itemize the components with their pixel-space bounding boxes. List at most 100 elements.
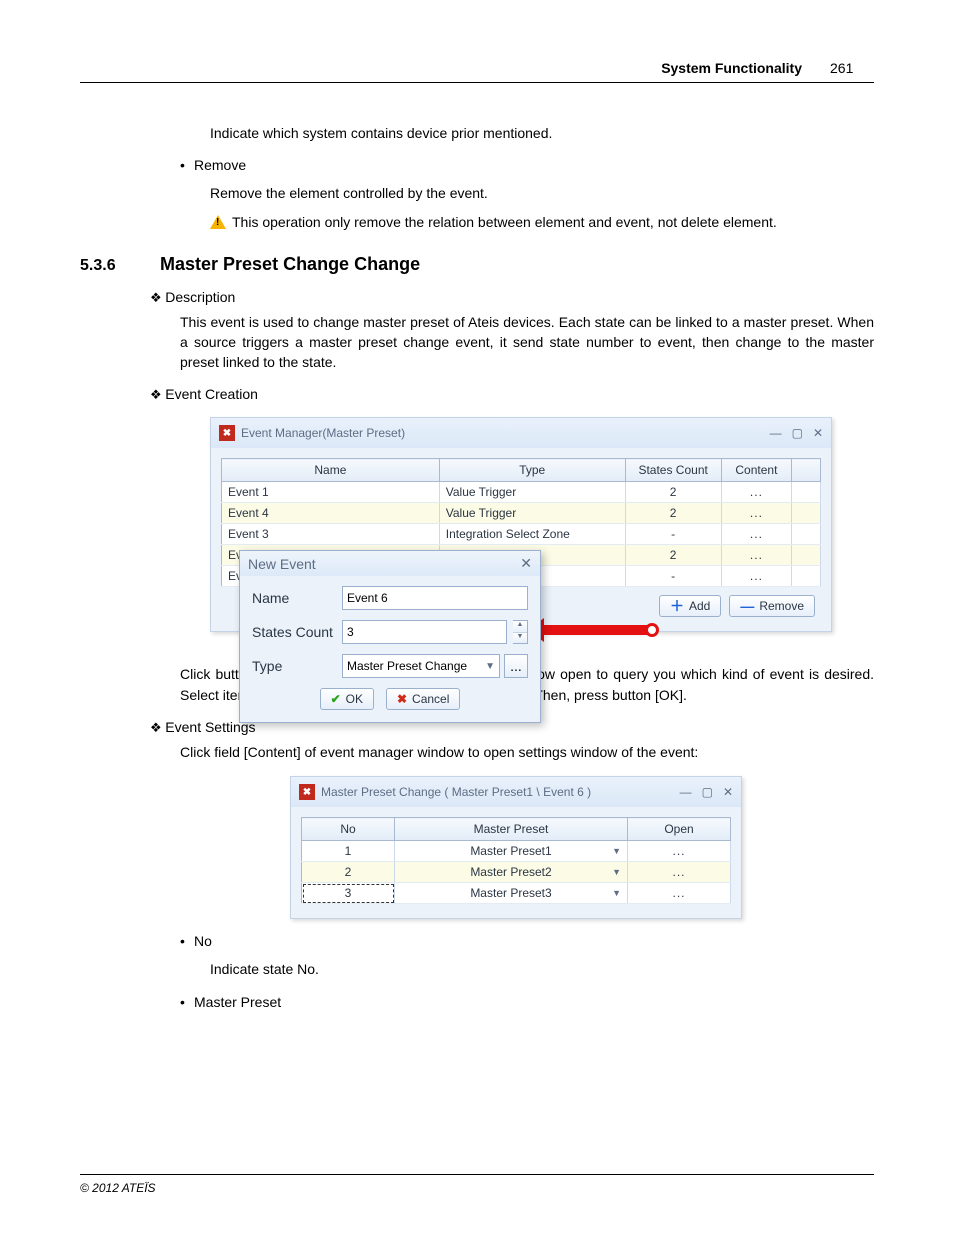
table-row[interactable]: 3Master Preset3▼... xyxy=(302,883,731,904)
remove-button[interactable]: — Remove xyxy=(729,595,815,617)
ok-button[interactable]: ✔ OK xyxy=(320,688,374,710)
cell-type: Integration Select Zone xyxy=(439,524,625,545)
cell-open[interactable]: ... xyxy=(628,862,731,883)
cell-states: - xyxy=(625,524,721,545)
close-icon[interactable]: ✕ xyxy=(813,426,823,440)
table-row[interactable]: Event 4Value Trigger2... xyxy=(222,503,821,524)
type-combo[interactable]: Master Preset Change ▼ xyxy=(342,654,500,678)
dialog-close-icon[interactable]: ✕ xyxy=(520,555,532,572)
bullet-no-label: No xyxy=(194,933,212,949)
new-event-dialog: New Event ✕ Name States Count ▲ ▼ xyxy=(239,550,541,723)
cell-name: Event 1 xyxy=(222,482,440,503)
table-row[interactable]: Event 3Integration Select Zone-... xyxy=(222,524,821,545)
spinner-down-icon[interactable]: ▼ xyxy=(513,633,527,644)
name-input[interactable] xyxy=(342,586,528,610)
bullet-icon xyxy=(180,994,194,1010)
description-text: This event is used to change master pres… xyxy=(180,312,874,373)
remove-desc: Remove the element controlled by the eve… xyxy=(210,183,874,203)
chevron-down-icon: ▼ xyxy=(485,661,495,672)
table-row[interactable]: 2Master Preset2▼... xyxy=(302,862,731,883)
cell-content[interactable]: ... xyxy=(721,566,792,587)
col-mp[interactable]: Master Preset xyxy=(395,818,628,841)
cell-spacer xyxy=(792,503,821,524)
cell-mp[interactable]: Master Preset3▼ xyxy=(395,883,628,904)
x-icon: ✖ xyxy=(397,692,407,706)
window-titlebar: ✖ Event Manager(Master Preset) — ▢ ✕ xyxy=(211,418,831,448)
type-label: Type xyxy=(252,658,336,674)
cell-spacer xyxy=(792,482,821,503)
cell-content[interactable]: ... xyxy=(721,545,792,566)
header-page-number: 261 xyxy=(830,60,874,76)
subheading-description: Description xyxy=(150,289,874,306)
intro-text: Indicate which system contains device pr… xyxy=(210,123,874,143)
cell-states: - xyxy=(625,566,721,587)
minus-icon: — xyxy=(740,601,754,611)
col-states[interactable]: States Count xyxy=(625,459,721,482)
cell-mp[interactable]: Master Preset2▼ xyxy=(395,862,628,883)
add-button-label: Add xyxy=(689,599,710,613)
cell-content[interactable]: ... xyxy=(721,503,792,524)
cell-type: Value Trigger xyxy=(439,482,625,503)
name-label: Name xyxy=(252,590,336,606)
plus-icon: ＋ xyxy=(670,601,684,611)
app-icon: ✖ xyxy=(299,784,315,800)
maximize-icon[interactable]: ▢ xyxy=(792,426,803,440)
bullet-icon xyxy=(180,157,194,173)
table-row[interactable]: 1Master Preset1▼... xyxy=(302,841,731,862)
close-icon[interactable]: ✕ xyxy=(723,785,733,799)
cell-mp[interactable]: Master Preset1▼ xyxy=(395,841,628,862)
cancel-button[interactable]: ✖ Cancel xyxy=(386,688,460,710)
cell-name: Event 3 xyxy=(222,524,440,545)
col-content[interactable]: Content xyxy=(721,459,792,482)
minimize-icon[interactable]: — xyxy=(770,426,782,440)
col-type[interactable]: Type xyxy=(439,459,625,482)
col-no[interactable]: No xyxy=(302,818,395,841)
master-preset-window: ✖ Master Preset Change ( Master Preset1 … xyxy=(290,776,742,919)
type-combo-value: Master Preset Change xyxy=(347,659,467,673)
states-input[interactable] xyxy=(342,620,507,644)
cancel-button-label: Cancel xyxy=(412,692,449,706)
col-open[interactable]: Open xyxy=(628,818,731,841)
cell-spacer xyxy=(792,566,821,587)
cell-states: 2 xyxy=(625,482,721,503)
col-spacer xyxy=(792,459,821,482)
type-ellipsis-button[interactable]: ... xyxy=(504,654,528,678)
cell-states: 2 xyxy=(625,545,721,566)
bullet-mp-label: Master Preset xyxy=(194,994,281,1010)
maximize-icon[interactable]: ▢ xyxy=(702,785,713,799)
cell-content[interactable]: ... xyxy=(721,524,792,545)
spinner-up-icon[interactable]: ▲ xyxy=(513,621,527,633)
page-footer: © 2012 ATEÏS xyxy=(80,1174,874,1195)
master-preset-table: No Master Preset Open 1Master Preset1▼..… xyxy=(301,817,731,904)
add-button[interactable]: ＋ Add xyxy=(659,595,721,617)
check-icon: ✔ xyxy=(331,692,341,706)
col-name[interactable]: Name xyxy=(222,459,440,482)
bullet-no: No xyxy=(180,933,874,949)
event-settings-text: Click field [Content] of event manager w… xyxy=(180,742,874,762)
warning-icon xyxy=(210,215,226,229)
minimize-icon[interactable]: — xyxy=(680,785,692,799)
no-desc: Indicate state No. xyxy=(210,959,874,979)
cell-no: 1 xyxy=(302,841,395,862)
table-row[interactable]: Event 1Value Trigger2... xyxy=(222,482,821,503)
cell-content[interactable]: ... xyxy=(721,482,792,503)
cell-open[interactable]: ... xyxy=(628,883,731,904)
mp-titlebar: ✖ Master Preset Change ( Master Preset1 … xyxy=(291,777,741,807)
app-icon: ✖ xyxy=(219,425,235,441)
cell-states: 2 xyxy=(625,503,721,524)
bullet-master-preset: Master Preset xyxy=(180,994,874,1010)
annotation-arrow xyxy=(542,625,652,635)
chevron-down-icon: ▼ xyxy=(612,846,621,856)
chevron-down-icon: ▼ xyxy=(612,888,621,898)
spinner-control[interactable]: ▲ ▼ xyxy=(513,620,528,644)
warning-text: This operation only remove the relation … xyxy=(232,214,777,230)
warning-row: This operation only remove the relation … xyxy=(210,214,874,230)
dialog-title: New Event xyxy=(248,556,316,572)
cell-open[interactable]: ... xyxy=(628,841,731,862)
window-title: Event Manager(Master Preset) xyxy=(241,426,770,440)
section-heading: 5.3.6 Master Preset Change Change xyxy=(80,254,874,275)
cell-type: Value Trigger xyxy=(439,503,625,524)
cell-no: 2 xyxy=(302,862,395,883)
cell-spacer xyxy=(792,545,821,566)
cell-spacer xyxy=(792,524,821,545)
